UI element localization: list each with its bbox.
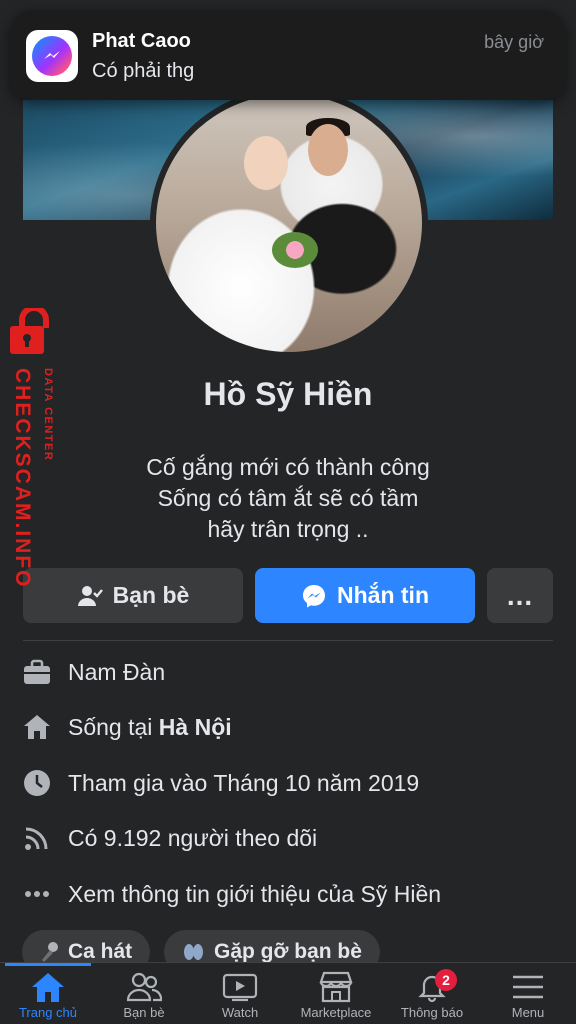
- bio-line: Sống có tâm ắt sẽ có tầm: [157, 485, 419, 511]
- tab-label: Thông báo: [400, 1005, 464, 1020]
- info-about[interactable]: Xem thông tin giới thiệu của Sỹ Hiền: [22, 878, 441, 910]
- friends-icon: [126, 969, 162, 1005]
- divider: [23, 640, 553, 641]
- notification-badge: 2: [435, 969, 457, 991]
- tab-label: Bạn bè: [123, 1005, 165, 1020]
- message-button-label: Nhắn tin: [337, 582, 429, 608]
- hobby-chip-label: Gặp gỡ bạn bè: [214, 940, 362, 963]
- home-icon: [22, 712, 52, 742]
- menu-icon: [512, 969, 544, 1005]
- more-options-button[interactable]: ...: [487, 568, 553, 623]
- checkscam-watermark: CHECKSCAM.INFO DATA CENTER: [2, 308, 64, 589]
- info-work[interactable]: Nam Đàn: [22, 656, 165, 688]
- info-joined: Tham gia vào Tháng 10 năm 2019: [22, 767, 419, 799]
- tab-friends[interactable]: Bạn bè: [96, 969, 192, 1024]
- hobby-chip-label: Ca hát: [68, 940, 133, 963]
- more-options-icon: ...: [506, 579, 534, 611]
- tab-notifications[interactable]: 2 Thông báo: [384, 969, 480, 1024]
- tab-home[interactable]: Trang chủ: [0, 969, 96, 1024]
- ellipsis-icon: [22, 879, 52, 909]
- home-icon: [31, 969, 65, 1005]
- watermark-main-text: CHECKSCAM.INFO: [11, 368, 34, 589]
- people-icon: [184, 944, 203, 960]
- info-work-text: Nam Đàn: [68, 658, 166, 685]
- bell-icon: 2: [415, 969, 457, 1005]
- info-lives-prefix: Sống tại: [68, 713, 159, 740]
- info-joined-text: Tham gia vào Tháng 10 năm 2019: [68, 769, 420, 796]
- profile-bio: Cố gắng mới có thành công Sống có tâm ắt…: [0, 452, 576, 545]
- info-followers[interactable]: Có 9.192 người theo dõi: [22, 822, 317, 854]
- info-followers-text: Có 9.192 người theo dõi: [68, 824, 318, 851]
- watch-icon: [222, 969, 258, 1005]
- info-about-text: Xem thông tin giới thiệu của Sỹ Hiền: [68, 880, 442, 907]
- messenger-notification[interactable]: Phat Caoo Có phải thg bây giờ: [10, 10, 566, 100]
- notification-sender: Phat Caoo: [92, 30, 191, 52]
- rss-icon: [22, 823, 52, 853]
- notification-message: Có phải thg: [92, 60, 195, 82]
- profile-picture[interactable]: [150, 88, 428, 358]
- messenger-icon: [303, 584, 325, 607]
- messenger-icon: [26, 30, 78, 82]
- message-button[interactable]: Nhắn tin: [255, 568, 475, 623]
- friends-button-label: Bạn bè: [112, 582, 190, 608]
- bio-line: Cố gắng mới có thành công: [146, 454, 430, 480]
- lock-icon: [10, 308, 49, 354]
- info-lives-text: Sống tại Hà Nội: [68, 714, 232, 741]
- active-tab-indicator: [5, 963, 91, 966]
- briefcase-icon: [22, 657, 52, 687]
- bio-line: hãy trân trọng ..: [207, 516, 369, 542]
- info-lives[interactable]: Sống tại Hà Nội: [22, 711, 232, 743]
- tab-label: Watch: [221, 1005, 259, 1020]
- tab-menu[interactable]: Menu: [480, 969, 576, 1024]
- watermark-sub-text: DATA CENTER: [42, 368, 54, 462]
- tab-label: Marketplace: [300, 1005, 372, 1020]
- tab-marketplace[interactable]: Marketplace: [288, 969, 384, 1024]
- friend-check-icon: [77, 585, 103, 606]
- tab-label: Trang chủ: [18, 1005, 78, 1020]
- clock-icon: [22, 768, 52, 798]
- microphone-icon: [42, 942, 58, 962]
- tab-label: Menu: [511, 1005, 545, 1020]
- marketplace-icon: [318, 969, 354, 1005]
- notification-time: bây giờ: [484, 32, 544, 52]
- bottom-tab-bar: Trang chủ Bạn bè Watch Marketplace 2 Thô…: [0, 962, 576, 1024]
- info-lives-city[interactable]: Hà Nội: [159, 714, 232, 740]
- profile-name: Hồ Sỹ Hiền: [203, 376, 373, 412]
- tab-watch[interactable]: Watch: [192, 969, 288, 1024]
